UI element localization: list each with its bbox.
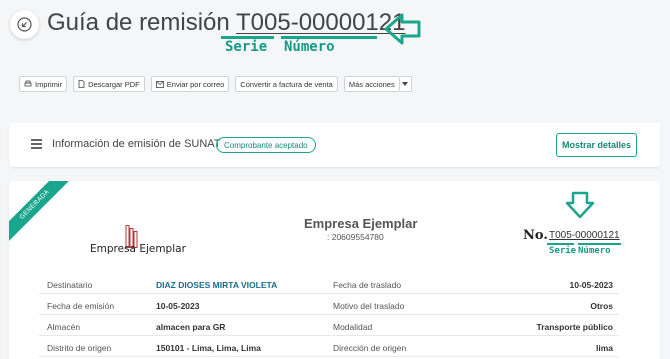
download-pdf-button[interactable]: Descargar PDF	[73, 76, 145, 92]
doc-serie-annotation: Serie	[549, 246, 577, 256]
numero-annotation: Número	[284, 39, 335, 55]
field-label: Distrito de origen	[47, 343, 112, 353]
company-name: Empresa Ejemplar	[304, 216, 418, 231]
field-label: Almacén	[47, 322, 81, 332]
more-actions-button[interactable]: Más acciones	[343, 76, 400, 92]
field-label: Dirección de origen	[333, 343, 407, 353]
document-number-label: No.	[523, 228, 548, 243]
printer-icon	[24, 80, 32, 87]
doc-numero-highlight-line	[578, 243, 621, 245]
document-number-value: T005-00000121	[549, 230, 620, 241]
info-row: Fecha de emisión 10-05-2023 Motivo del t…	[39, 294, 619, 315]
field-value: Transporte público	[536, 322, 613, 332]
page-title: Guía de remisión T005-00000121	[47, 9, 405, 37]
field-value: almacen para GR	[156, 322, 226, 332]
field-value: Otros	[590, 301, 613, 311]
field-label: Motivo del traslado	[333, 301, 405, 311]
document-id: T005-00000121	[236, 9, 406, 36]
convert-invoice-label: Convertir a factura de venta	[240, 79, 333, 89]
back-arrow-icon	[17, 17, 32, 32]
status-badge: Comprobante aceptado	[216, 137, 316, 153]
send-email-label: Enviar por correo	[166, 79, 225, 89]
field-value: lima	[595, 343, 613, 353]
info-row: Almacén almacen para GR Modalidad Transp…	[39, 315, 619, 336]
logo-text: Empresa Ejemplar	[90, 243, 186, 255]
print-label: Imprimir	[35, 79, 63, 89]
doc-numero-annotation: Número	[578, 246, 611, 256]
convert-invoice-button[interactable]: Convertir a factura de venta	[235, 76, 338, 92]
action-toolbar: Imprimir Descargar PDF Enviar por correo…	[19, 76, 412, 92]
file-icon	[78, 80, 85, 88]
field-label: Modalidad	[333, 322, 373, 332]
print-button[interactable]: Imprimir	[19, 76, 68, 92]
document-info-table: Destinatario DIAZ DIOSES MIRTA VIOLETA F…	[39, 273, 619, 357]
sunat-info-label: Información de emisión de SUNAT	[52, 138, 221, 150]
field-label: Fecha de emisión	[47, 301, 115, 311]
info-row: Distrito de origen 150101 - Lima, Lima, …	[39, 336, 619, 357]
download-pdf-label: Descargar PDF	[88, 79, 140, 89]
list-icon	[31, 139, 42, 149]
recipient-value[interactable]: DIAZ DIOSES MIRTA VIOLETA	[156, 280, 277, 290]
back-button[interactable]	[10, 10, 39, 39]
more-actions-label: Más acciones	[348, 79, 395, 89]
doc-serie-highlight-line	[547, 243, 574, 245]
document-card: GENERADA Empresa Ejemplar Empresa Ejempl…	[9, 181, 660, 359]
field-value: 150101 - Lima, Lima, Lima	[156, 343, 261, 353]
info-row: Destinatario DIAZ DIOSES MIRTA VIOLETA F…	[39, 273, 619, 294]
field-value: 10-05-2023	[569, 280, 613, 290]
pointer-down-arrow-icon	[565, 191, 595, 219]
field-label: Fecha de traslado	[333, 280, 402, 290]
serie-annotation: Serie	[225, 39, 268, 55]
field-value: 10-05-2023	[156, 301, 200, 311]
show-details-button[interactable]: Mostrar detalles	[556, 133, 637, 157]
caret-down-icon	[402, 82, 409, 86]
field-label: Destinatario	[47, 280, 93, 290]
send-email-button[interactable]: Enviar por correo	[150, 76, 230, 92]
mail-icon	[155, 80, 164, 88]
status-ribbon: GENERADA	[9, 181, 74, 244]
more-actions-dropdown[interactable]	[399, 76, 412, 92]
sunat-info-card: Información de emisión de SUNAT Comproba…	[9, 123, 660, 167]
page-title-prefix: Guía de remisión	[47, 9, 230, 36]
company-ruc: : 20609554780	[327, 232, 384, 242]
pointer-arrow-icon	[384, 13, 421, 45]
